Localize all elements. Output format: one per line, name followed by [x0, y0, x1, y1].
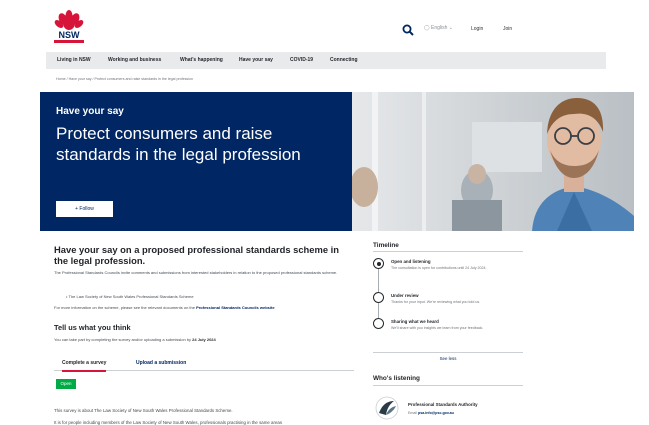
psc-website-link[interactable]: Professional Standards Councils website	[196, 305, 274, 310]
logo-text: NSW	[58, 30, 80, 40]
tell-us-text: You can take part by completing the surv…	[54, 337, 193, 342]
search-icon[interactable]	[402, 24, 414, 36]
site-header: NSW ◯ English ⌄ Login Join	[0, 0, 649, 50]
listener-email: Email psa.info@psc.gov.au	[408, 411, 454, 415]
main-nav: Living in NSW Working and business What'…	[46, 52, 606, 69]
timeline-divider	[373, 251, 523, 252]
nav-item-working[interactable]: Working and business	[108, 57, 161, 63]
nav-item-have-your-say[interactable]: Have your say	[239, 57, 273, 63]
join-link[interactable]: Join	[503, 26, 512, 32]
submission-tabs: Complete a survey Upload a submission	[54, 356, 354, 372]
timeline-stage-review: Under review	[391, 293, 419, 298]
deadline-date: 24 July 2024	[192, 337, 216, 342]
language-selector[interactable]: ◯ English ⌄	[424, 25, 453, 31]
status-badge: Open	[56, 379, 76, 389]
hero-kicker: Have your say	[56, 106, 124, 117]
see-less-link[interactable]: See less	[373, 356, 523, 361]
tab-complete-survey[interactable]: Complete a survey	[62, 360, 107, 372]
language-label: English	[431, 25, 448, 31]
login-link[interactable]: Login	[471, 26, 483, 32]
timeline-bottom-divider	[373, 352, 523, 353]
follow-button[interactable]: + Follow	[56, 201, 113, 217]
authority-logo-icon	[375, 396, 399, 420]
email-label: Email	[408, 411, 418, 415]
survey-description: This survey is about The Law Society of …	[54, 408, 233, 413]
timeline-dot	[373, 292, 384, 303]
hero-photo	[352, 92, 634, 231]
survey-audience: It is for people including members of th…	[54, 420, 283, 425]
timeline-stage-review-desc: Thanks for your input. We're reviewing w…	[391, 300, 481, 304]
timeline-stage-sharing-desc: We'll share with you insights we learn f…	[391, 326, 484, 330]
man-with-glasses-image	[352, 92, 634, 231]
page-title: Protect consumers and raise standards in…	[56, 124, 301, 164]
email-link[interactable]: psa.info@psc.gov.au	[418, 411, 454, 415]
listener-name: Professional Standards Authority	[408, 402, 478, 407]
section-title: Have your say on a proposed professional…	[54, 244, 339, 266]
timeline-heading: Timeline	[373, 242, 399, 249]
tell-us-heading: Tell us what you think	[54, 323, 131, 332]
more-info-text: For more information on the scheme, plea…	[54, 305, 197, 310]
timeline-dot	[373, 318, 384, 329]
more-info-paragraph: For more information on the scheme, plea…	[54, 305, 354, 311]
nav-item-covid[interactable]: COVID-19	[290, 57, 313, 63]
tab-upload-submission[interactable]: Upload a submission	[136, 360, 186, 366]
timeline-stage-sharing: Sharing what we heard	[391, 319, 439, 324]
timeline-stage-open: Open and listening	[391, 259, 431, 264]
intro-paragraph: The Professional Standards Councils invi…	[54, 270, 338, 275]
timeline-stage-open-desc: The consultation is open for contributio…	[391, 266, 487, 270]
bullet-text: The Law Society of New South Wales Profe…	[68, 294, 194, 299]
hero-banner: Have your say Protect consumers and rais…	[40, 92, 352, 231]
tell-us-paragraph: You can take part by completing the surv…	[54, 337, 216, 342]
whos-listening-divider	[373, 385, 523, 386]
nsw-logo[interactable]: NSW	[54, 10, 84, 44]
scheme-bullet: • The Law Society of New South Wales Pro…	[66, 294, 346, 299]
nav-item-connecting[interactable]: Connecting	[330, 57, 358, 63]
timeline-dot-active	[373, 258, 384, 269]
nav-item-whats-happening[interactable]: What's happening	[180, 57, 223, 63]
globe-icon: ◯	[424, 25, 430, 31]
nav-item-living[interactable]: Living in NSW	[57, 57, 91, 63]
whos-listening-heading: Who's listening	[373, 375, 420, 382]
waratah-icon	[54, 10, 84, 30]
logo-underline	[54, 40, 84, 43]
chevron-down-icon: ⌄	[448, 25, 453, 31]
breadcrumb[interactable]: Home / Have your say / Protect consumers…	[56, 77, 193, 81]
